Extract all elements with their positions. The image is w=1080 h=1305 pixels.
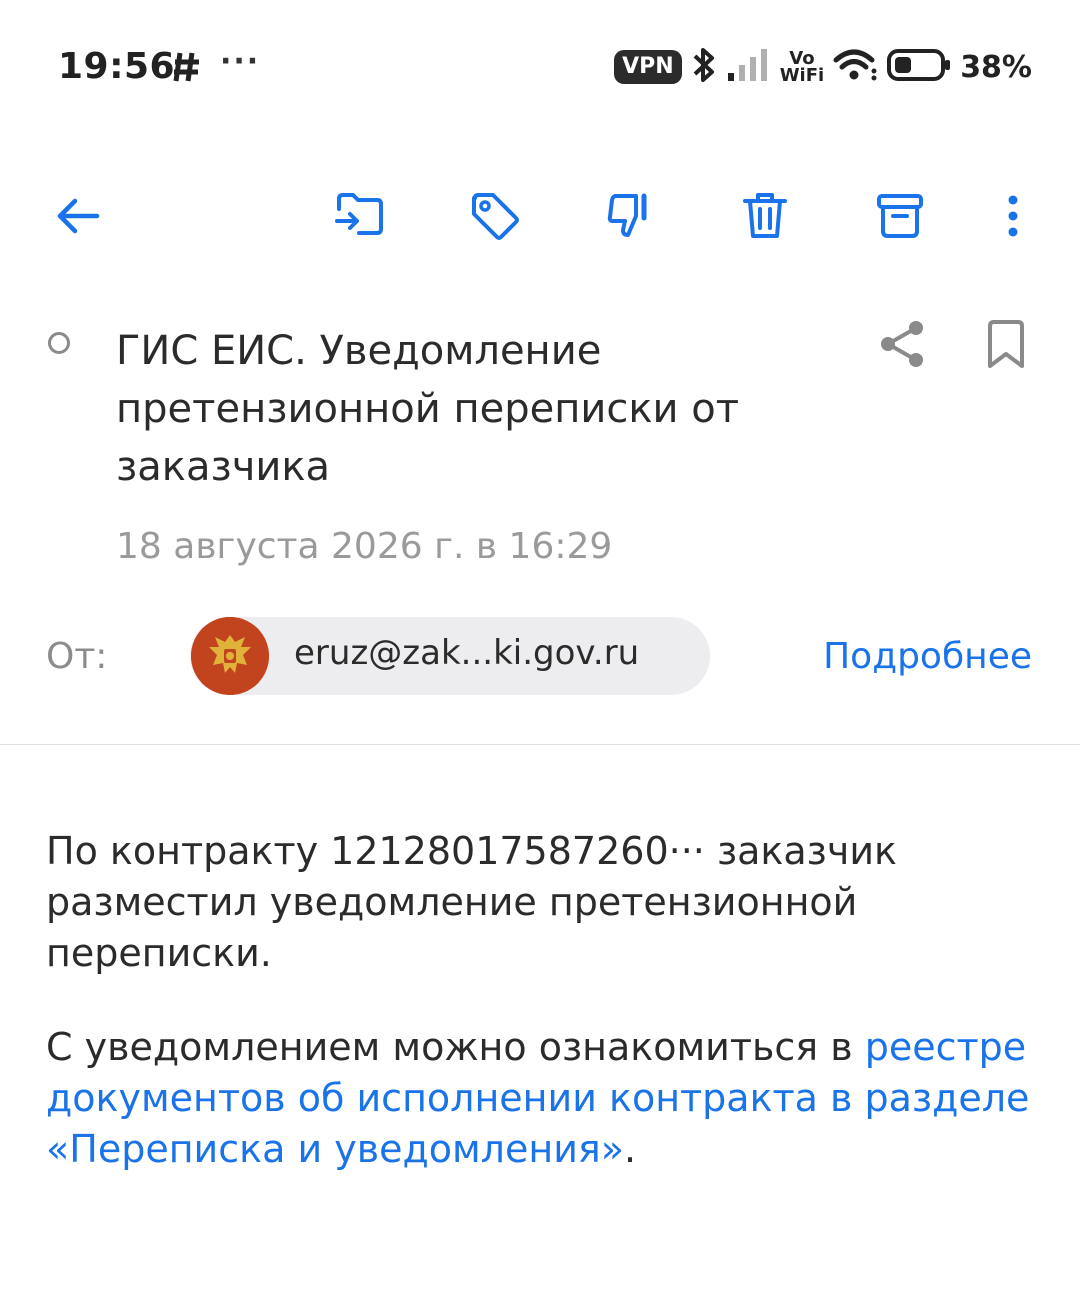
vpn-badge: VPN: [614, 50, 682, 84]
message-subject: ГИС ЕИС. Уведомление претензионной переп…: [116, 328, 739, 490]
body-paragraph-2-text: С уведомлением можно ознакомиться в: [46, 1025, 865, 1069]
more-vertical-icon[interactable]: [985, 188, 1041, 244]
more-notifications-icon: ···: [220, 44, 261, 79]
wifi-icon: [832, 47, 878, 87]
back-arrow-icon[interactable]: [50, 188, 106, 244]
details-link[interactable]: Подробнее: [823, 636, 1032, 677]
bookmark-icon[interactable]: [982, 318, 1030, 376]
body-paragraph-1: По контракту 12128017587260··· заказчик …: [46, 829, 897, 975]
from-label: От:: [46, 636, 108, 677]
share-icon[interactable]: [876, 318, 928, 374]
battery-icon: [886, 47, 952, 87]
trash-icon[interactable]: [737, 188, 793, 244]
body-paragraph-2: С уведомлением можно ознакомиться в реес…: [46, 1022, 1036, 1175]
vowifi-indicator: Vo WiFi: [779, 50, 825, 86]
signal-icon: [726, 47, 772, 87]
bluetooth-icon: [690, 45, 718, 89]
body-paragraph-2-end: .: [624, 1127, 637, 1171]
tag-icon[interactable]: [467, 188, 523, 244]
sender-avatar: [191, 617, 269, 695]
battery-percent: 38%: [960, 49, 1032, 85]
status-time: 19:56: [58, 46, 176, 87]
status-icons: VPN Vo WiFi 38%: [614, 42, 1032, 92]
unread-toggle-icon[interactable]: [48, 332, 70, 354]
vowifi-bottom: WiFi: [779, 65, 825, 86]
archive-icon[interactable]: [872, 188, 928, 244]
spam-icon[interactable]: [602, 188, 658, 244]
hashtag-notification-icon: [172, 50, 204, 88]
sender-email: eruz@zak...ki.gov.ru: [294, 633, 640, 673]
header-divider: [0, 744, 1080, 745]
move-icon[interactable]: [332, 188, 388, 244]
message-date: 18 августа 2026 г. в 16:29: [116, 526, 613, 567]
